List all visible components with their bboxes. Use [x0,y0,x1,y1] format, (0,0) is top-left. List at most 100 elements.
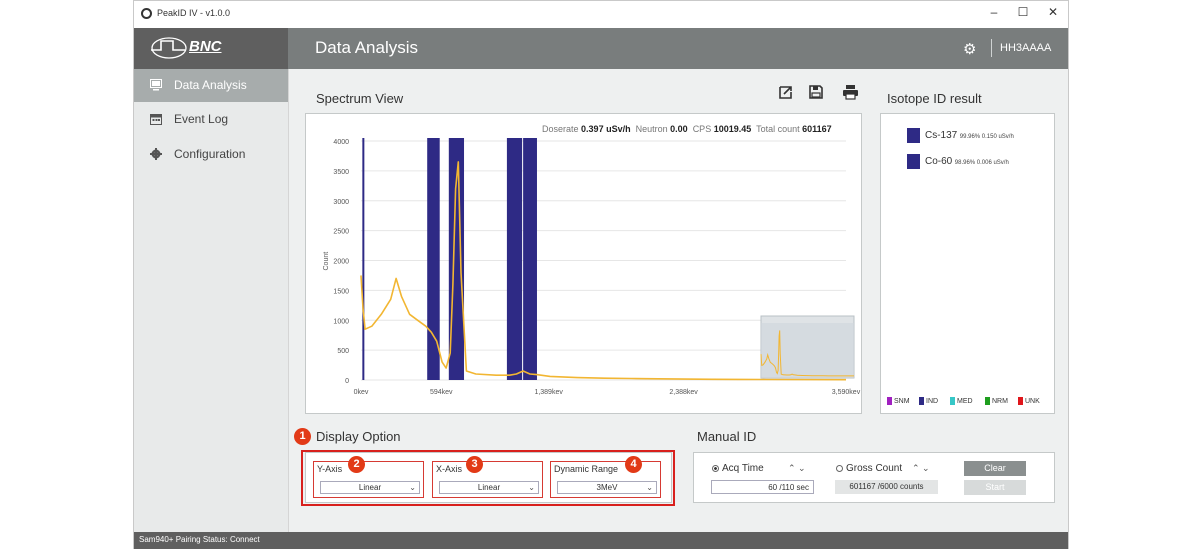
class-med: MED [950,397,973,405]
print-icon[interactable] [842,84,859,104]
callout-badge-2: 2 [348,456,365,473]
x-axis-group: X-Axis Linear ⌄ [432,461,543,498]
isotope-result-row[interactable]: Cs-137 99.96% 0.150 uSv/h [907,128,1014,143]
dynamic-range-select[interactable]: 3MeV ⌄ [557,481,657,494]
y-tick-label: 1000 [333,318,349,325]
snm-swatch [887,397,892,405]
spectrum-panel: Doserate 0.397 uSv/h Neutron 0.00 CPS 10… [305,113,862,414]
nrm-swatch [985,397,990,405]
export-icon[interactable] [778,84,794,104]
display-option-title: Display Option [316,429,401,444]
x-axis-select[interactable]: Linear ⌄ [439,481,539,494]
x-tick-label: 1,389kev [534,389,563,396]
calendar-icon [150,114,162,125]
isotope-panel: Cs-137 99.96% 0.150 uSv/h Co-60 98.96% 0… [880,113,1055,414]
class-label: IND [926,397,939,405]
minimize-button[interactable]: – [984,5,1004,19]
header-divider [991,39,992,57]
y-tick-label: 2000 [333,259,349,266]
status-bar: Sam940+ Pairing Status: Connect [134,532,1068,549]
y-tick-label: 500 [337,348,349,355]
callout-badge-4: 4 [625,456,642,473]
isotope-detail: 98.96% 0.006 uSv/h [954,159,1009,166]
app-icon [141,8,152,19]
close-button[interactable]: ✕ [1043,5,1063,19]
sidebar-item-configuration[interactable]: Configuration [134,138,288,171]
x-tick-label: 0kev [354,389,369,396]
y-axis-label: Y-Axis [317,464,343,474]
isotope-name: Cs-137 [925,129,958,141]
y-tick-label: 3000 [333,199,349,206]
pairing-status: Sam940+ Pairing Status: Connect [139,535,260,544]
sidebar-item-event-log[interactable]: Event Log [134,103,288,136]
sidebar-item-label: Data Analysis [174,78,247,92]
sidebar-item-data-analysis[interactable]: Data Analysis [134,69,288,102]
radio-unselected-icon [836,464,843,472]
y-axis-value: Linear [358,483,382,492]
class-label: SNM [894,397,910,405]
start-button[interactable]: Start [964,480,1026,495]
dynamic-range-label: Dynamic Range [554,464,619,474]
x-axis-label: X-Axis [436,464,463,474]
gross-count-label: Gross Count [846,463,903,474]
clear-button[interactable]: Clear [964,461,1026,476]
isotope-color-swatch [907,128,920,143]
x-tick-label: 2,388kev [669,389,698,396]
dynamic-range-group: Dynamic Range 3MeV ⌄ [550,461,661,498]
y-axis-group: Y-Axis Linear ⌄ [313,461,424,498]
callout-badge-1: 1 [294,428,311,445]
sidebar-item-label: Event Log [174,112,229,126]
gross-count-spinner[interactable]: ⌃ ⌄ [912,463,930,474]
unk-swatch [1018,397,1023,405]
ind-swatch [919,397,924,405]
class-label: NRM [992,397,1008,405]
acq-time-radio[interactable]: Acq Time [712,463,764,474]
maximize-button[interactable]: ☐ [1013,5,1033,19]
gear-icon [150,148,162,160]
y-axis-label: Count [323,252,330,271]
page-header: Data Analysis ⚙ HH3AAAA [288,28,1068,69]
sidebar-item-label: Configuration [174,147,246,161]
class-snm: SNM [887,397,910,405]
class-nrm: NRM [985,397,1008,405]
acq-time-spinner[interactable]: ⌃ ⌄ [788,463,806,474]
callout-badge-3: 3 [466,456,483,473]
page-title: Data Analysis [315,38,418,57]
class-unk: UNK [1018,397,1040,405]
y-tick-label: 2500 [333,229,349,236]
chevron-down-icon: ⌄ [646,483,653,492]
logo: BNC [134,28,288,69]
device-id[interactable]: HH3AAAA [1000,42,1051,54]
title-bar: PeakID IV - v1.0.0 – ☐ ✕ [134,1,1068,29]
sidebar: BNC Data Analysis Event Log Configuratio… [134,28,289,532]
brand-name: BNC [189,38,222,55]
y-tick-label: 0 [345,378,349,385]
y-axis-select[interactable]: Linear ⌄ [320,481,420,494]
manual-id-panel [693,452,1055,503]
y-tick-label: 4000 [333,139,349,146]
chevron-down-icon: ⌄ [409,483,416,492]
x-axis-value: Linear [477,483,501,492]
isotope-name: Co-60 [925,155,953,167]
acq-time-label: Acq Time [722,463,764,474]
gross-count-field: 601167 /6000 counts [835,480,938,494]
isotope-color-swatch [907,154,920,169]
spectrum-chart[interactable]: 0 500 1000 1500 2000 2500 3000 3500 4000 Count 0ke… [306,114,861,413]
med-swatch [950,397,955,405]
isotope-detail: 99.96% 0.150 uSv/h [959,133,1014,140]
bnc-logo-icon [151,37,187,59]
isotope-band [362,138,365,380]
save-icon[interactable] [808,84,824,104]
y-tick-label: 1500 [333,288,349,295]
x-tick-label: 594kev [430,389,453,396]
isotope-band [506,138,523,380]
minimap-viewport [761,323,854,378]
dynamic-range-value: 3MeV [596,483,618,492]
settings-gear-icon[interactable]: ⚙ [963,40,976,58]
window-title: PeakID IV - v1.0.0 [157,8,231,18]
isotope-result-row[interactable]: Co-60 98.96% 0.006 uSv/h [907,154,1009,169]
class-label: UNK [1025,397,1040,405]
gross-count-radio[interactable]: Gross Count [836,463,902,474]
radio-selected-icon [712,464,719,472]
acq-time-field[interactable]: 60 /110 sec [711,480,814,494]
